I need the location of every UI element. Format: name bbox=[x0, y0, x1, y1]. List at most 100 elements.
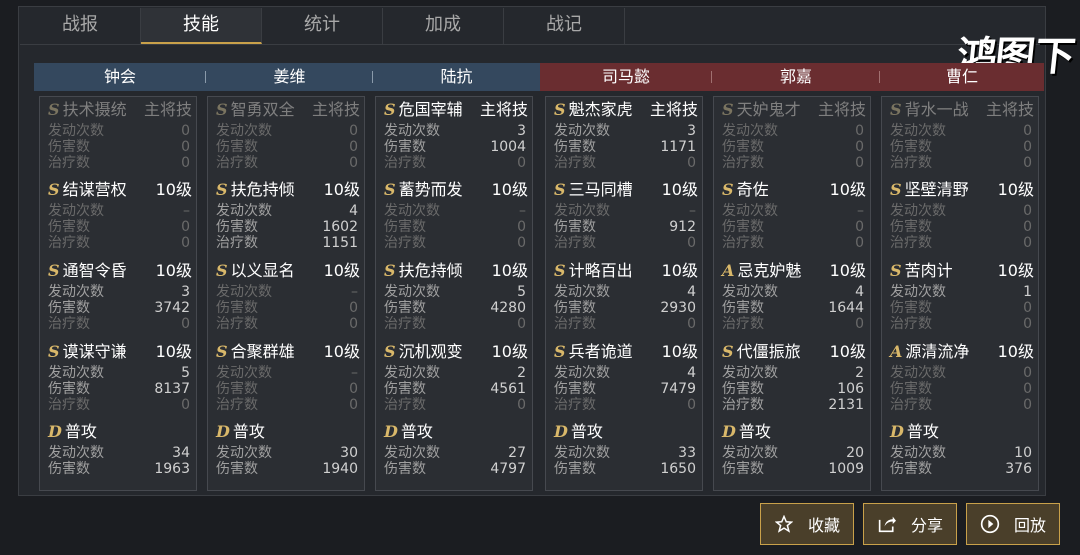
share-button[interactable]: 分享 bbox=[863, 503, 957, 545]
stat-value: – bbox=[183, 203, 190, 219]
general-skill-column: S 扶术摄统 主将技 发动次数 0 伤害数 0 治疗数 0 S 结谋营权 10级 发动次数 – 伤害数 0 治疗… bbox=[39, 96, 197, 491]
skill-name: 蓄势而发 bbox=[398, 180, 463, 199]
skill-grade: S bbox=[554, 342, 566, 361]
skill-block[interactable]: S 扶术摄统 主将技 发动次数 0 伤害数 0 治疗数 0 bbox=[40, 97, 198, 175]
stat-row: 发动次数 – bbox=[384, 203, 530, 219]
skill-level: 主将技 bbox=[479, 100, 528, 119]
skill-grade: S bbox=[384, 342, 396, 361]
skill-block[interactable]: S 计略百出 10级 发动次数 4 伤害数 2930 治疗数 0 bbox=[546, 258, 704, 336]
skill-title: S 合聚群雄 bbox=[216, 341, 295, 363]
stat-label: 发动次数 bbox=[890, 284, 946, 300]
stat-row: 治疗数 0 bbox=[48, 316, 194, 332]
stat-value: 0 bbox=[181, 139, 190, 155]
general-name-header: 姜维 bbox=[206, 63, 373, 91]
skill-name: 兵者诡道 bbox=[568, 342, 633, 361]
skill-grade: D bbox=[554, 422, 568, 441]
stat-row: 治疗数 0 bbox=[384, 316, 530, 332]
skill-name: 危国宰辅 bbox=[398, 100, 463, 119]
skill-block[interactable]: S 以义显名 10级 发动次数 – 伤害数 0 治疗数 0 bbox=[208, 258, 366, 336]
stat-value: 0 bbox=[517, 155, 526, 171]
stat-label: 治疗数 bbox=[384, 155, 426, 171]
skill-block[interactable]: D 普攻 发动次数 30 伤害数 1940 bbox=[208, 419, 366, 497]
skill-block[interactable]: D 普攻 发动次数 10 伤害数 376 bbox=[882, 419, 1040, 497]
skill-grade: S bbox=[216, 342, 228, 361]
skill-block[interactable]: D 普攻 发动次数 20 伤害数 1009 bbox=[714, 419, 872, 497]
skill-block[interactable]: S 沉机观变 10级 发动次数 2 伤害数 4561 治疗数 0 bbox=[376, 339, 534, 417]
stat-row: 发动次数 2 bbox=[722, 365, 868, 381]
general-name: 陆抗 bbox=[440, 67, 473, 86]
stat-value: 0 bbox=[855, 155, 864, 171]
stat-label: 伤害数 bbox=[890, 461, 932, 477]
skill-level: 主将技 bbox=[311, 100, 360, 119]
skill-grade: S bbox=[722, 342, 734, 361]
stat-value: 0 bbox=[181, 316, 190, 332]
stat-row: 治疗数 0 bbox=[554, 397, 700, 413]
skill-block[interactable]: S 三马同槽 10级 发动次数 – 伤害数 912 治疗数 0 bbox=[546, 177, 704, 255]
stat-value: 33 bbox=[678, 445, 696, 461]
skill-block[interactable]: S 危国宰辅 主将技 发动次数 3 伤害数 1004 治疗数 0 bbox=[376, 97, 534, 175]
tab-skills[interactable]: 技能 bbox=[141, 8, 262, 44]
stat-label: 伤害数 bbox=[890, 300, 932, 316]
skill-title: S 扶术摄统 bbox=[48, 99, 127, 121]
stat-value: 0 bbox=[349, 155, 358, 171]
skill-block[interactable]: S 扶危持倾 10级 发动次数 4 伤害数 1602 治疗数 1151 bbox=[208, 177, 366, 255]
favorite-button[interactable]: 收藏 bbox=[760, 503, 854, 545]
stat-value: 5 bbox=[517, 284, 526, 300]
stat-value: 3 bbox=[517, 123, 526, 139]
skill-block[interactable]: S 合聚群雄 10级 发动次数 – 伤害数 0 治疗数 0 bbox=[208, 339, 366, 417]
stat-value: 4 bbox=[349, 203, 358, 219]
skill-name: 普攻 bbox=[906, 422, 939, 441]
stat-value: 4280 bbox=[490, 300, 526, 316]
skill-block[interactable]: S 兵者诡道 10级 发动次数 4 伤害数 7479 治疗数 0 bbox=[546, 339, 704, 417]
skill-block[interactable]: S 扶危持倾 10级 发动次数 5 伤害数 4280 治疗数 0 bbox=[376, 258, 534, 336]
stat-label: 伤害数 bbox=[48, 381, 90, 397]
skill-block[interactable]: S 天妒鬼才 主将技 发动次数 0 伤害数 0 治疗数 0 bbox=[714, 97, 872, 175]
stat-row: 发动次数 5 bbox=[384, 284, 530, 300]
stat-value: 1644 bbox=[828, 300, 864, 316]
skill-block[interactable]: S 代僵振旅 10级 发动次数 2 伤害数 106 治疗数 2131 bbox=[714, 339, 872, 417]
skill-grade: S bbox=[216, 100, 228, 119]
stat-row: 发动次数 2 bbox=[384, 365, 530, 381]
skill-block[interactable]: S 背水一战 主将技 发动次数 0 伤害数 0 治疗数 0 bbox=[882, 97, 1040, 175]
skill-block[interactable]: D 普攻 发动次数 34 伤害数 1963 bbox=[40, 419, 198, 497]
skill-block[interactable]: D 普攻 发动次数 33 伤害数 1650 bbox=[546, 419, 704, 497]
tab-battle-report[interactable]: 战报 bbox=[20, 8, 141, 44]
stat-row: 治疗数 1151 bbox=[216, 235, 362, 251]
skill-block[interactable]: S 魁杰家虎 主将技 发动次数 3 伤害数 1171 治疗数 0 bbox=[546, 97, 704, 175]
general-name-header: 司马懿 bbox=[540, 63, 712, 91]
skill-block[interactable]: S 通智令昏 10级 发动次数 3 伤害数 3742 治疗数 0 bbox=[40, 258, 198, 336]
stat-value: 0 bbox=[687, 155, 696, 171]
stat-value: 912 bbox=[669, 219, 696, 235]
stat-row: 发动次数 27 bbox=[384, 445, 530, 461]
skill-block[interactable]: S 蓄势而发 10级 发动次数 – 伤害数 0 治疗数 0 bbox=[376, 177, 534, 255]
skill-level: 10级 bbox=[661, 261, 698, 280]
stat-label: 伤害数 bbox=[554, 300, 596, 316]
skill-block[interactable]: A 忌克妒魅 10级 发动次数 4 伤害数 1644 治疗数 0 bbox=[714, 258, 872, 336]
stat-label: 伤害数 bbox=[722, 300, 764, 316]
skill-block[interactable]: S 奇佐 10级 发动次数 – 伤害数 0 治疗数 0 bbox=[714, 177, 872, 255]
skill-name: 沉机观变 bbox=[398, 342, 463, 361]
stat-label: 发动次数 bbox=[216, 445, 272, 461]
skill-title: S 以义显名 bbox=[216, 260, 295, 282]
tab-battle-record[interactable]: 战记 bbox=[504, 8, 625, 44]
skill-block[interactable]: S 智勇双全 主将技 发动次数 0 伤害数 0 治疗数 0 bbox=[208, 97, 366, 175]
skill-grade: S bbox=[216, 180, 228, 199]
stat-row: 治疗数 0 bbox=[384, 235, 530, 251]
stat-row: 治疗数 0 bbox=[216, 155, 362, 171]
tab-bonus[interactable]: 加成 bbox=[383, 8, 504, 44]
tab-statistics[interactable]: 统计 bbox=[262, 8, 383, 44]
general-skill-column: S 背水一战 主将技 发动次数 0 伤害数 0 治疗数 0 S 坚壁清野 10级 发动次数 0 伤害数 0 治疗… bbox=[881, 96, 1039, 491]
skill-block[interactable]: S 谟谋守谦 10级 发动次数 5 伤害数 8137 治疗数 0 bbox=[40, 339, 198, 417]
replay-button[interactable]: 回放 bbox=[966, 503, 1060, 545]
skill-block[interactable]: S 苦肉计 10级 发动次数 1 伤害数 0 治疗数 0 bbox=[882, 258, 1040, 336]
skill-block[interactable]: D 普攻 发动次数 27 伤害数 4797 bbox=[376, 419, 534, 497]
skill-block[interactable]: S 结谋营权 10级 发动次数 – 伤害数 0 治疗数 0 bbox=[40, 177, 198, 255]
general-header-row: 钟会 姜维 陆抗 司马懿 郭嘉 曹仁 bbox=[34, 63, 1044, 91]
skill-grade: A bbox=[890, 342, 903, 361]
skill-level: 10级 bbox=[661, 180, 698, 199]
skill-block[interactable]: S 坚壁清野 10级 发动次数 0 伤害数 0 治疗数 0 bbox=[882, 177, 1040, 255]
stat-value: 2 bbox=[517, 365, 526, 381]
skill-block[interactable]: A 源清流净 10级 发动次数 0 伤害数 0 治疗数 0 bbox=[882, 339, 1040, 417]
skill-name: 合聚群雄 bbox=[230, 342, 295, 361]
stat-value: 0 bbox=[1023, 381, 1032, 397]
